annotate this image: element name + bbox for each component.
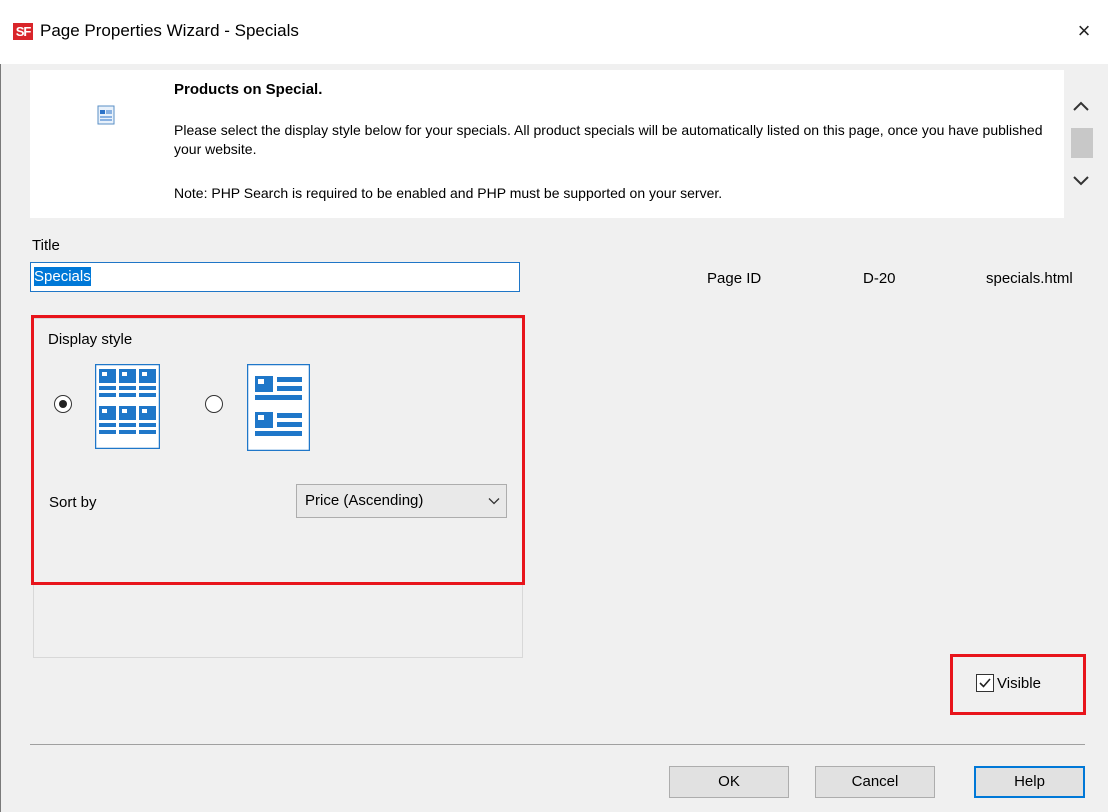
page-filename: specials.html (986, 270, 1073, 287)
display-style-highlight (31, 315, 525, 585)
scroll-down-icon[interactable] (1068, 168, 1094, 194)
footer-divider (30, 744, 1085, 745)
close-icon[interactable]: × (1072, 18, 1096, 44)
app-logo-icon: SF (13, 23, 33, 40)
page-id-label: Page ID (707, 270, 762, 287)
visible-highlight (950, 654, 1086, 715)
window-title: Page Properties Wizard - Specials (40, 21, 299, 40)
scroll-up-icon[interactable] (1068, 92, 1094, 122)
info-heading: Products on Special. (174, 81, 323, 98)
title-label: Title (32, 237, 60, 254)
help-button[interactable]: Help (974, 766, 1085, 798)
title-input[interactable]: Specials (30, 262, 520, 292)
page-id-value: D-20 (863, 270, 896, 287)
info-note: Note: PHP Search is required to be enabl… (174, 185, 723, 201)
cancel-button[interactable]: Cancel (815, 766, 935, 798)
page-icon (97, 105, 115, 125)
title-input-value: Specials (34, 267, 91, 286)
ok-button[interactable]: OK (669, 766, 789, 798)
info-text: Please select the display style below fo… (174, 122, 1043, 157)
scrollbar-thumb[interactable] (1071, 128, 1093, 158)
window-border (0, 64, 1, 812)
